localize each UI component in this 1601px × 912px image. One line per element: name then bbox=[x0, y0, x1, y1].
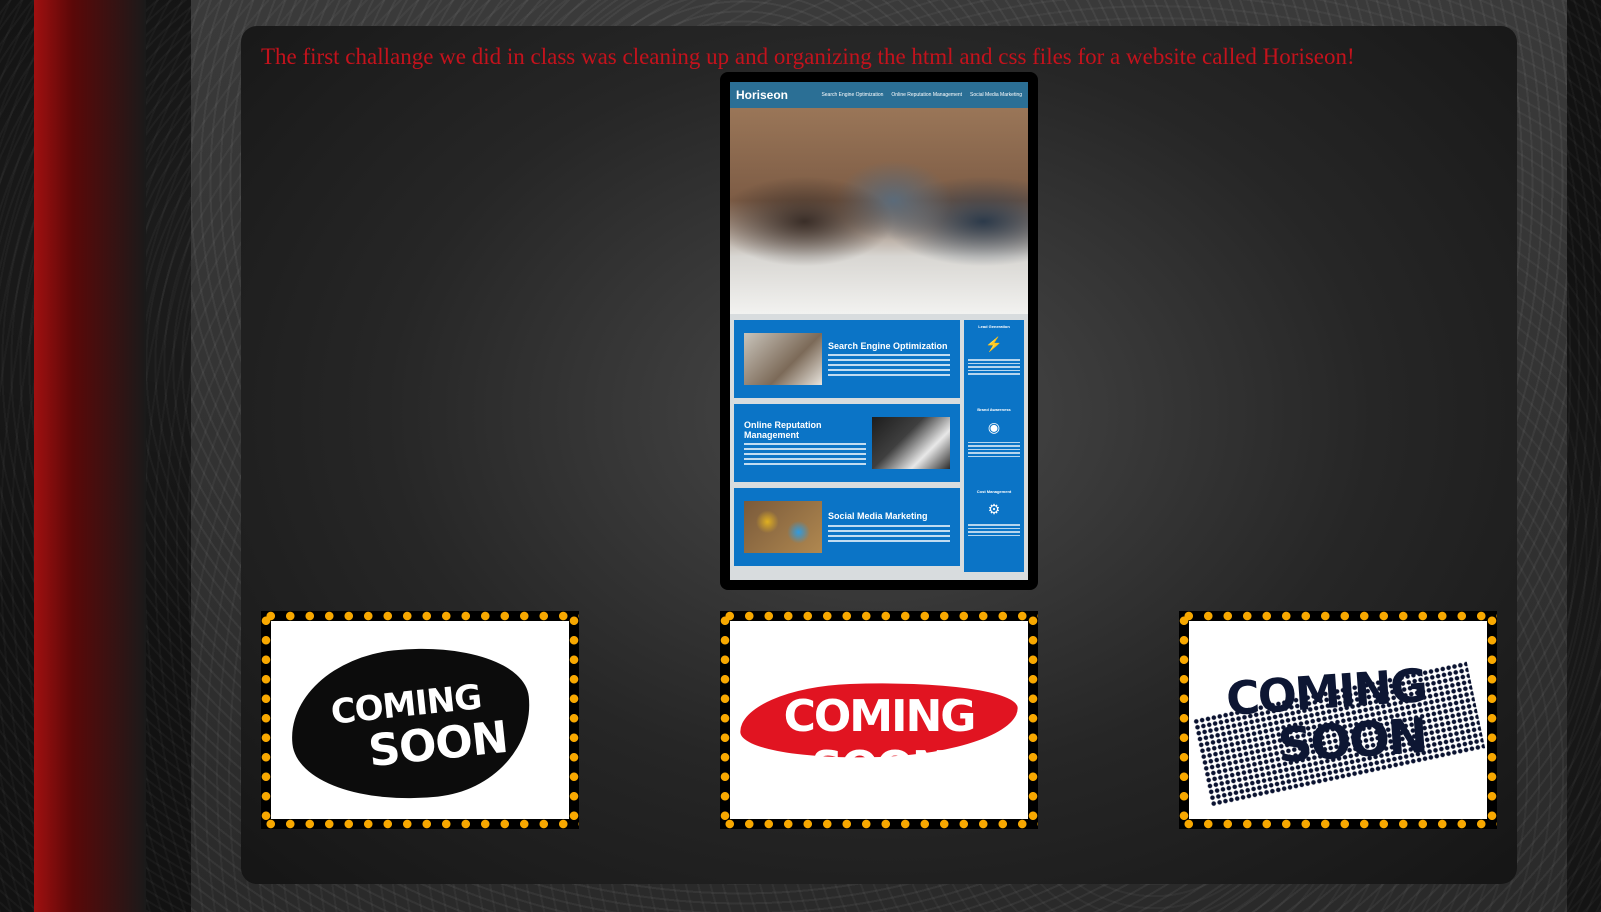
aside-block-brand-awareness: Brand Awareness ◉ bbox=[968, 407, 1020, 486]
coming-soon-tile-1[interactable]: Coming Soon bbox=[261, 611, 579, 829]
site-logo: Horiseon bbox=[736, 88, 789, 102]
site-card-smm: Social Media Marketing bbox=[734, 488, 960, 566]
content-panel: The first challange we did in class was … bbox=[241, 26, 1517, 884]
site-card-body bbox=[828, 354, 950, 377]
coming-soon-tile-2[interactable]: Coming Soon bbox=[720, 611, 1038, 829]
site-card-body bbox=[744, 443, 866, 466]
aside-block-cost-management: Cost Management ⚙ bbox=[968, 489, 1020, 568]
coming-soon-graphic: Coming Soon bbox=[271, 621, 569, 819]
site-nav: Search Engine Optimization Online Reputa… bbox=[821, 92, 1022, 98]
site-hero-image bbox=[730, 108, 1028, 314]
site-card-title: Search Engine Optimization bbox=[828, 340, 948, 351]
site-card-seo: Search Engine Optimization bbox=[734, 320, 960, 398]
site-aside: Lead Generation ⚡ Brand Awareness ◉ Cost… bbox=[964, 320, 1024, 572]
social-icons-photo bbox=[744, 501, 822, 553]
seo-photo bbox=[744, 333, 822, 385]
site-card-orm: Online Reputation Management bbox=[734, 404, 960, 482]
intro-text: The first challange we did in class was … bbox=[261, 44, 1355, 69]
site-main: Search Engine Optimization Online Reputa… bbox=[734, 320, 960, 572]
coming-soon-graphic: Coming Soon bbox=[730, 621, 1028, 819]
site-card-title: Social Media Marketing bbox=[828, 511, 928, 522]
site-content: Search Engine Optimization Online Reputa… bbox=[734, 320, 1024, 572]
broadcast-icon: ◉ bbox=[987, 418, 1001, 435]
site-nav-item-orm: Online Reputation Management bbox=[891, 92, 963, 98]
coming-soon-text: Coming Soon bbox=[783, 691, 977, 793]
site-nav-item-seo: Search Engine Optimization bbox=[821, 92, 884, 98]
site-header: Horiseon Search Engine Optimization Onli… bbox=[730, 82, 1028, 108]
side-accent-bar bbox=[34, 0, 146, 912]
horiseon-site-preview: Horiseon Search Engine Optimization Onli… bbox=[730, 82, 1028, 580]
coming-soon-graphic: Coming Soon bbox=[1189, 621, 1487, 819]
laptop-photo bbox=[872, 417, 950, 469]
coming-soon-tile-3[interactable]: Coming Soon bbox=[1179, 611, 1497, 829]
aside-block-lead-generation: Lead Generation ⚡ bbox=[968, 324, 1020, 403]
coins-icon: ⚙ bbox=[987, 501, 1001, 518]
site-card-title: Online Reputation Management bbox=[744, 419, 822, 440]
site-nav-item-smm: Social Media Marketing bbox=[970, 92, 1022, 98]
lightbulb-icon: ⚡ bbox=[985, 336, 1003, 352]
site-card-body bbox=[828, 524, 950, 542]
horiseon-project-screenshot[interactable]: Horiseon Search Engine Optimization Onli… bbox=[720, 72, 1038, 590]
